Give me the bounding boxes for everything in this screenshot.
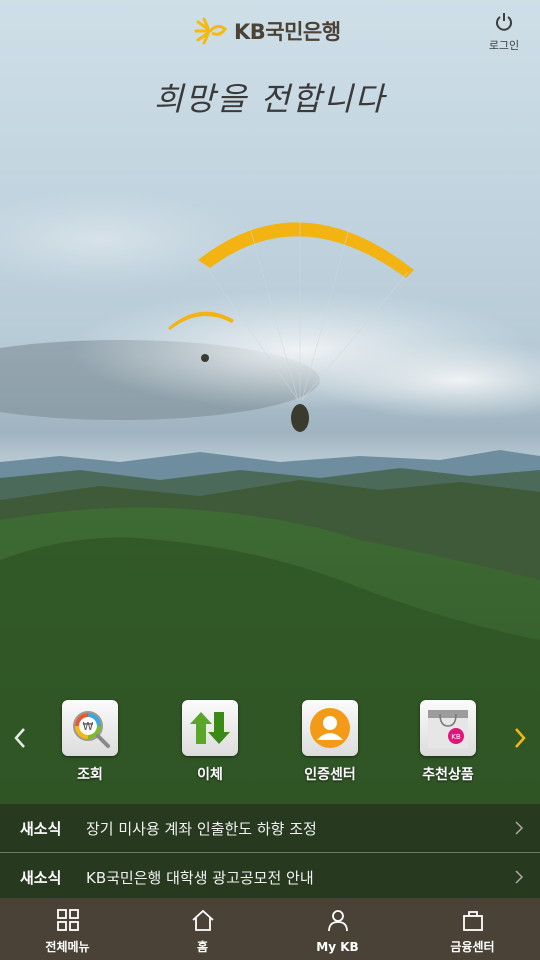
svg-text:₩: ₩ [83, 720, 94, 733]
news-tag: 새소식 [20, 868, 62, 887]
login-label: 로그인 [488, 39, 520, 52]
tab-home[interactable]: 홈 [135, 898, 270, 960]
tab-label: 홈 [196, 940, 209, 954]
news-item[interactable]: 새소식 장기 미사용 계좌 인출한도 하향 조정 [0, 804, 540, 852]
quick-item-label: 인증센터 [304, 767, 356, 783]
won-search-icon: ₩ [62, 700, 118, 756]
news-tag: 새소식 [20, 819, 62, 838]
bottom-tab-bar: 전체메뉴 홈 My KB 금융센터 [0, 898, 540, 960]
tab-my-kb[interactable]: My KB [270, 898, 405, 960]
tab-label: 전체메뉴 [45, 940, 90, 954]
quick-item-inquiry[interactable]: ₩ 조회 [54, 700, 126, 784]
news-text: 장기 미사용 계좌 인출한도 하향 조정 [86, 819, 317, 838]
quick-item-recommended[interactable]: KB 추천상품 [412, 700, 484, 784]
grid-menu-icon [56, 909, 79, 931]
prev-arrow-icon[interactable] [12, 726, 28, 750]
power-icon [496, 13, 512, 31]
transfer-arrows-icon [182, 700, 238, 756]
next-arrow-icon[interactable] [512, 726, 528, 750]
slogan: 희망을 전합니다 [153, 80, 387, 118]
user-cert-icon [302, 700, 358, 756]
quick-item-cert-center[interactable]: 인증센터 [294, 700, 366, 784]
brand-name: KB국민은행 [234, 20, 341, 44]
news-text: KB국민은행 대학생 광고공모전 안내 [86, 868, 314, 887]
person-icon [327, 910, 348, 932]
quick-item-label: 조회 [77, 767, 103, 783]
shopping-bag-icon: KB [420, 700, 476, 756]
tab-label: 금융센터 [450, 940, 495, 954]
svg-text:KB: KB [451, 733, 461, 741]
login-button[interactable]: 로그인 [484, 12, 524, 53]
home-icon [191, 909, 214, 931]
chevron-right-icon [515, 870, 524, 884]
tab-label: My KB [316, 940, 359, 954]
quick-item-label: 추천상품 [422, 767, 474, 783]
chevron-right-icon [515, 821, 524, 835]
bag-icon [462, 911, 483, 931]
quick-menu: ₩ 조회 이체 인증센터 KB 추천상품 [0, 700, 540, 784]
quick-item-label: 이체 [197, 767, 223, 783]
header: KB국민은행 로그인 [0, 0, 540, 64]
kb-star-icon [194, 17, 227, 45]
tab-financial-center[interactable]: 금융센터 [405, 898, 540, 960]
news-item[interactable]: 새소식 KB국민은행 대학생 광고공모전 안내 [0, 853, 540, 901]
quick-item-transfer[interactable]: 이체 [174, 700, 246, 784]
kb-logo[interactable]: KB국민은행 [192, 16, 341, 46]
tab-all-menu[interactable]: 전체메뉴 [0, 898, 135, 960]
